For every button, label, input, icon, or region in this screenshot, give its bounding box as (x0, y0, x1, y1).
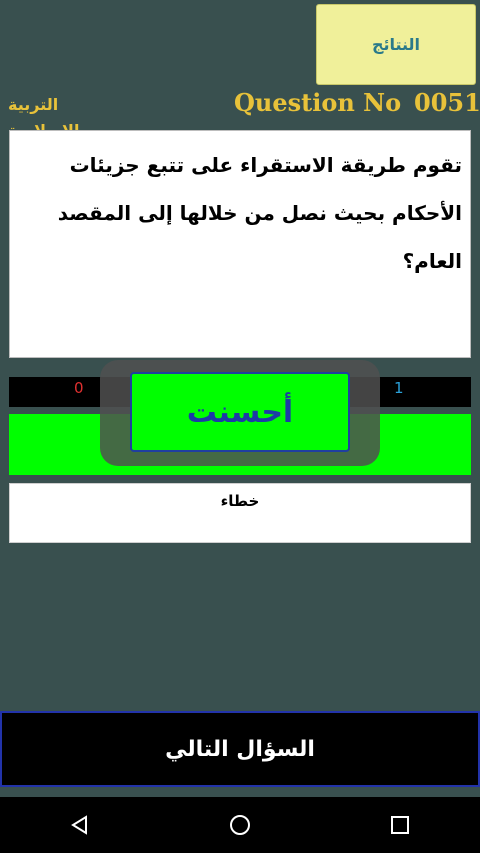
wrong-count: 0 (74, 379, 84, 397)
subject-title: التربية الإسلامية (8, 95, 79, 140)
feedback-message: أحسنت (130, 372, 350, 452)
right-count: 1 (394, 379, 404, 397)
question-number-label: Question No (234, 88, 402, 117)
results-button[interactable]: النتائج (316, 4, 476, 85)
back-icon[interactable] (50, 797, 110, 853)
next-question-button[interactable]: السؤال التالي (0, 711, 480, 787)
false-answer-button[interactable]: خطاء (9, 483, 471, 543)
question-text: تقوم طريقة الاستقراء على تتبع جزيئات الأ… (9, 130, 471, 358)
question-number: 0051 (414, 88, 480, 117)
system-navbar (0, 797, 480, 853)
home-icon[interactable] (210, 797, 270, 853)
recents-icon[interactable] (370, 797, 430, 853)
